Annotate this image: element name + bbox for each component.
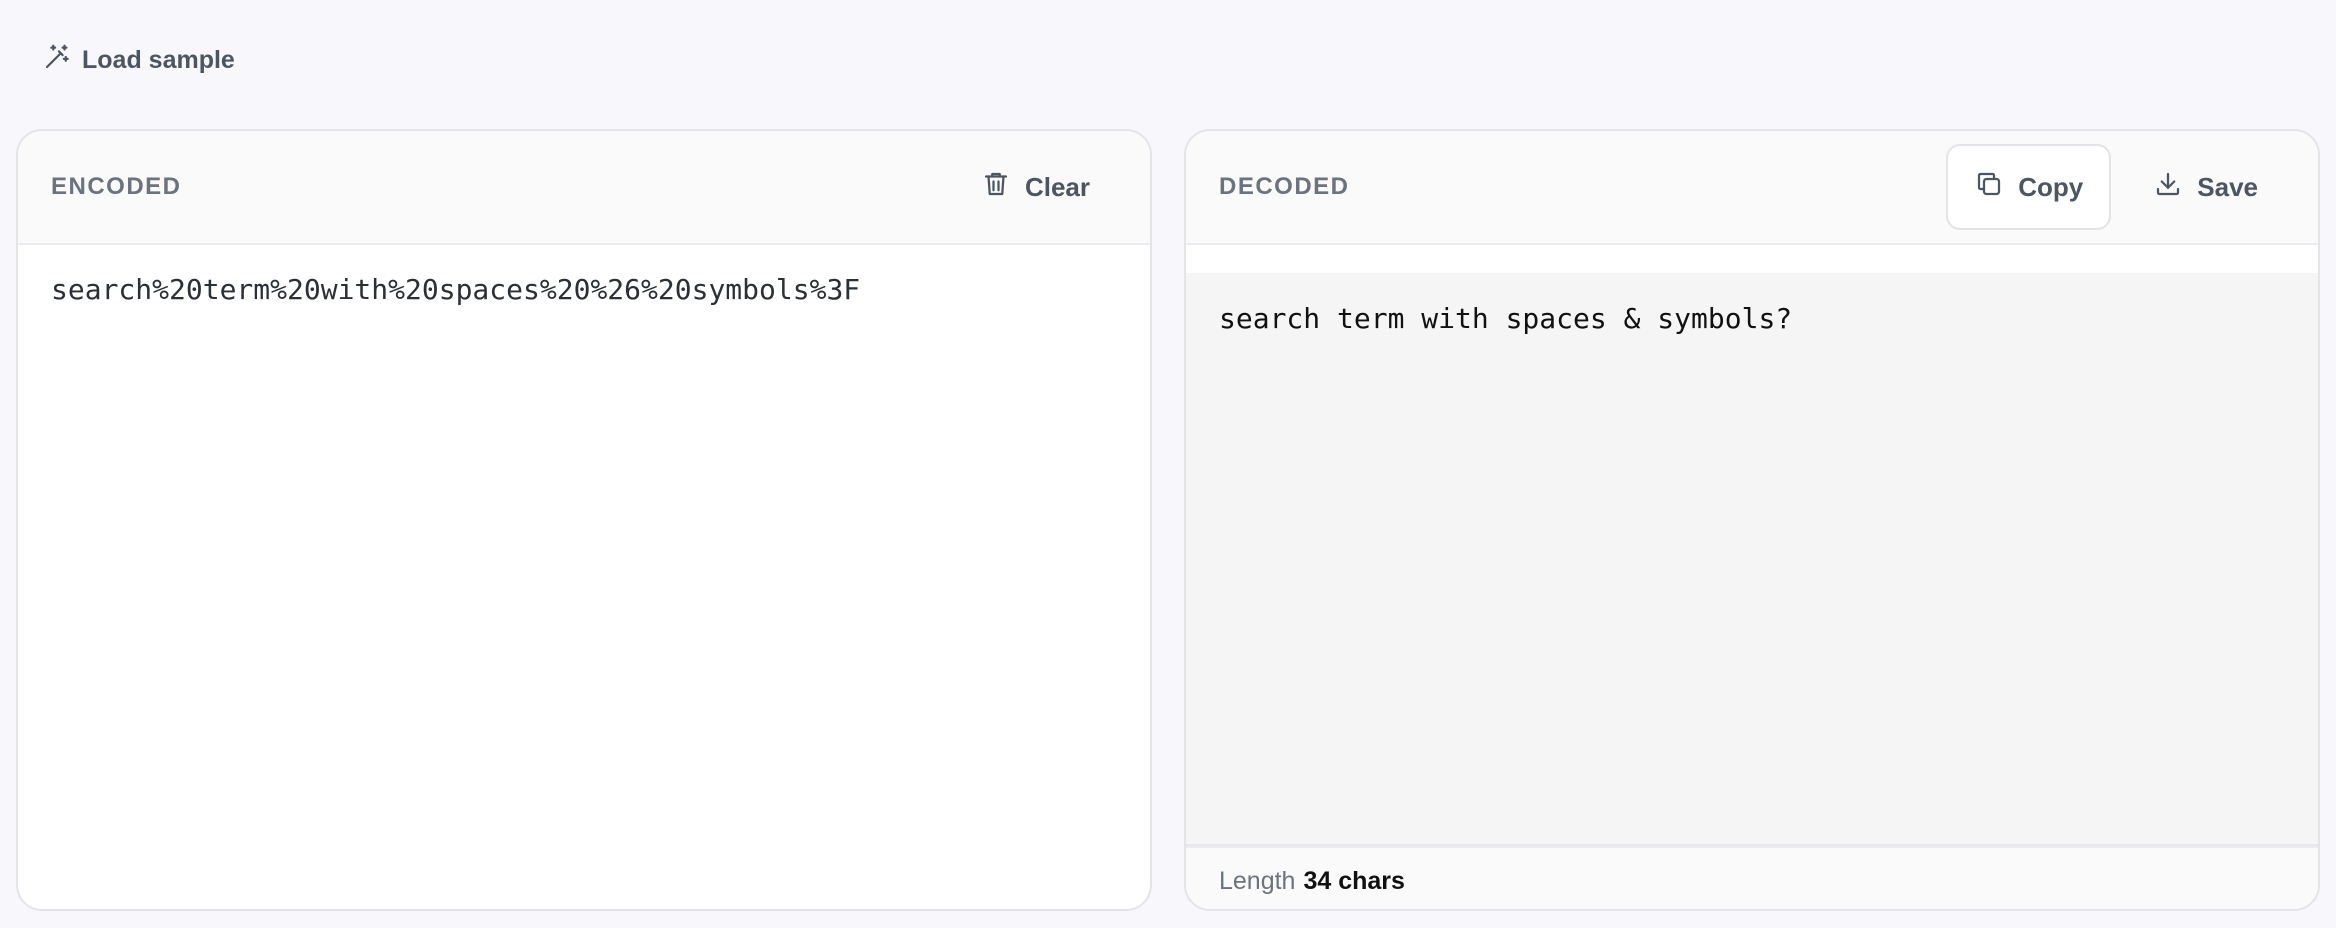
copy-icon	[1974, 169, 2004, 206]
decoded-panel-title: DECODED	[1219, 173, 1350, 200]
trash-icon	[981, 169, 1011, 206]
decoded-panel-actions: Copy Save	[1946, 144, 2286, 230]
save-button[interactable]: Save	[2125, 144, 2286, 230]
load-sample-label: Load sample	[82, 45, 235, 74]
copy-button-label: Copy	[2018, 171, 2084, 202]
decoded-status-bar: Length 34 chars	[1186, 846, 2318, 909]
encoded-panel-actions: Clear	[953, 144, 1118, 230]
decoded-panel-header: DECODED Copy Save	[1186, 131, 2318, 245]
magic-wand-icon	[42, 42, 72, 79]
encoded-input[interactable]: search%20term%20with%20spaces%20%26%20sy…	[18, 245, 1150, 334]
decoded-panel: DECODED Copy Save search term with space…	[1184, 129, 2320, 911]
encoded-panel-header: ENCODED Clear	[18, 131, 1150, 245]
download-icon	[2153, 169, 2183, 206]
decoded-output[interactable]: search term with spaces & symbols?	[1186, 273, 2318, 846]
length-label: Length	[1219, 867, 1296, 895]
encoded-panel-title: ENCODED	[51, 173, 182, 200]
clear-button-label: Clear	[1024, 171, 1090, 202]
length-value: 34 chars	[1303, 867, 1405, 895]
load-sample-button[interactable]: Load sample	[26, 40, 251, 80]
encoded-panel: ENCODED Clear search%20term%20with%20spa…	[16, 129, 1152, 911]
copy-button[interactable]: Copy	[1946, 144, 2112, 230]
save-button-label: Save	[2197, 171, 2258, 202]
clear-button[interactable]: Clear	[953, 144, 1118, 230]
